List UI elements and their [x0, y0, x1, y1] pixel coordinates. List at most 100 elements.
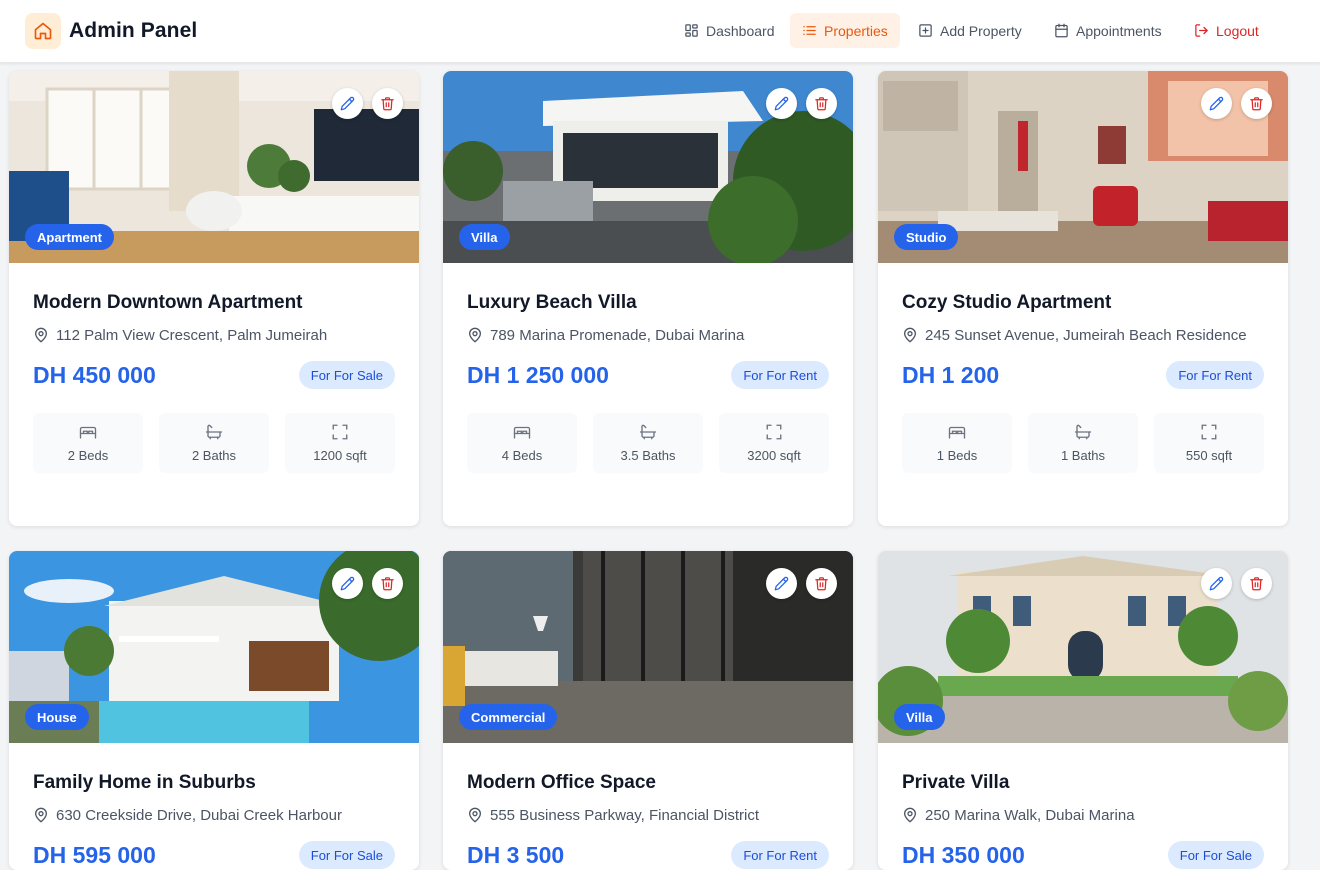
property-card[interactable]: Apartment Modern Downtown Apartment 112 … [9, 71, 419, 526]
delete-button[interactable] [372, 568, 403, 599]
area-icon [1201, 424, 1217, 440]
baths-text: 3.5 Baths [620, 448, 676, 463]
baths-stat: 1 Baths [1028, 413, 1138, 473]
property-title: Cozy Studio Apartment [902, 292, 1112, 313]
property-price: DH 1 200 [902, 361, 1000, 388]
property-address: 245 Sunset Avenue, Jumeirah Beach Reside… [902, 326, 1264, 344]
property-address-text: 250 Marina Walk, Dubai Marina [925, 806, 1135, 824]
property-card[interactable]: Villa Luxury Beach Villa 789 Marina Prom… [443, 71, 853, 526]
property-type-badge: House [25, 704, 89, 730]
property-address: 555 Business Parkway, Financial District [467, 806, 829, 824]
property-address-text: 112 Palm View Crescent, Palm Jumeirah [56, 326, 328, 344]
property-price: DH 1 250 000 [467, 361, 609, 388]
property-type-badge: Apartment [25, 224, 115, 250]
nav-logout[interactable]: Logout [1182, 13, 1271, 48]
status-badge: For For Sale [298, 841, 395, 869]
property-type-badge: Studio [894, 224, 959, 250]
home-logo-icon[interactable] [25, 13, 61, 49]
pencil-icon [340, 96, 355, 111]
property-photo[interactable]: Villa [443, 71, 853, 263]
bath-icon [205, 424, 223, 440]
property-card[interactable]: Commercial Modern Office Space 555 Busin… [443, 551, 853, 870]
nav-properties-label: Properties [824, 22, 888, 39]
bed-icon [513, 426, 531, 439]
property-address: 789 Marina Promenade, Dubai Marina [467, 326, 829, 344]
edit-button[interactable] [332, 88, 363, 119]
edit-button[interactable] [332, 568, 363, 599]
property-price: DH 595 000 [33, 841, 156, 868]
pencil-icon [1209, 576, 1224, 591]
property-price: DH 3 500 [467, 841, 565, 868]
trash-icon [381, 97, 394, 111]
nav-appointments-label: Appointments [1076, 22, 1162, 39]
brand-title: Admin Panel [69, 19, 198, 42]
property-address: 630 Creekside Drive, Dubai Creek Harbour [33, 806, 395, 824]
status-badge: For For Rent [731, 841, 829, 869]
delete-button[interactable] [806, 88, 837, 119]
delete-button[interactable] [806, 568, 837, 599]
property-title: Private Villa [902, 772, 1010, 793]
property-address: 250 Marina Walk, Dubai Marina [902, 806, 1264, 824]
beds-text: 2 Beds [67, 448, 109, 463]
nav-add-property[interactable]: Add Property [906, 13, 1034, 48]
baths-stat: 2 Baths [159, 413, 269, 473]
bath-icon [1074, 424, 1092, 440]
beds-stat: 4 Beds [467, 413, 577, 473]
nav-dashboard-label: Dashboard [706, 22, 775, 39]
property-title: Family Home in Suburbs [33, 772, 256, 793]
bath-icon [639, 424, 657, 440]
area-text: 1200 sqft [313, 448, 367, 463]
trash-icon [1250, 97, 1263, 111]
bed-icon [79, 426, 97, 439]
nav-properties[interactable]: Properties [790, 13, 900, 48]
nav-dashboard[interactable]: Dashboard [672, 13, 787, 48]
property-stats: 1 Beds 1 Baths 550 sqft [902, 413, 1264, 473]
pencil-icon [1209, 96, 1224, 111]
property-photo[interactable]: Villa [878, 551, 1288, 743]
property-address-text: 630 Creekside Drive, Dubai Creek Harbour [56, 806, 342, 824]
nav-add-property-label: Add Property [940, 22, 1022, 39]
calendar-icon [1055, 23, 1068, 38]
baths-text: 2 Baths [191, 448, 237, 463]
status-badge: For For Rent [731, 361, 829, 389]
bed-icon [948, 426, 966, 439]
property-photo[interactable]: House [9, 551, 419, 743]
pencil-icon [774, 576, 789, 591]
map-pin-icon [903, 807, 917, 823]
property-photo[interactable]: Commercial [443, 551, 853, 743]
edit-button[interactable] [1201, 568, 1232, 599]
property-title: Luxury Beach Villa [467, 292, 637, 313]
property-card[interactable]: Villa Private Villa 250 Marina Walk, Dub… [878, 551, 1288, 870]
property-card[interactable]: Studio Cozy Studio Apartment 245 Sunset … [878, 71, 1288, 526]
area-text: 3200 sqft [747, 448, 801, 463]
nav-appointments[interactable]: Appointments [1042, 13, 1174, 48]
edit-button[interactable] [1201, 88, 1232, 119]
edit-button[interactable] [766, 568, 797, 599]
property-photo[interactable]: Apartment [9, 71, 419, 263]
list-icon [803, 26, 816, 35]
property-photo[interactable]: Studio [878, 71, 1288, 263]
area-text: 550 sqft [1185, 448, 1233, 463]
delete-button[interactable] [372, 88, 403, 119]
trash-icon [381, 577, 394, 591]
status-badge: For For Sale [298, 361, 395, 389]
dashboard-icon [685, 24, 698, 37]
baths-text: 1 Baths [1060, 448, 1106, 463]
area-stat: 550 sqft [1154, 413, 1264, 473]
delete-button[interactable] [1241, 88, 1272, 119]
status-badge: For For Rent [1166, 361, 1264, 389]
trash-icon [1250, 577, 1263, 591]
beds-text: 1 Beds [936, 448, 978, 463]
trash-icon [815, 97, 828, 111]
pencil-icon [774, 96, 789, 111]
property-card[interactable]: House Family Home in Suburbs 630 Creeksi… [9, 551, 419, 870]
beds-stat: 2 Beds [33, 413, 143, 473]
property-address: 112 Palm View Crescent, Palm Jumeirah [33, 326, 395, 344]
delete-button[interactable] [1241, 568, 1272, 599]
property-address-text: 245 Sunset Avenue, Jumeirah Beach Reside… [925, 326, 1247, 344]
edit-button[interactable] [766, 88, 797, 119]
property-title: Modern Downtown Apartment [33, 292, 303, 313]
logout-icon [1195, 24, 1208, 37]
status-badge: For For Sale [1167, 841, 1264, 869]
area-stat: 3200 sqft [719, 413, 829, 473]
